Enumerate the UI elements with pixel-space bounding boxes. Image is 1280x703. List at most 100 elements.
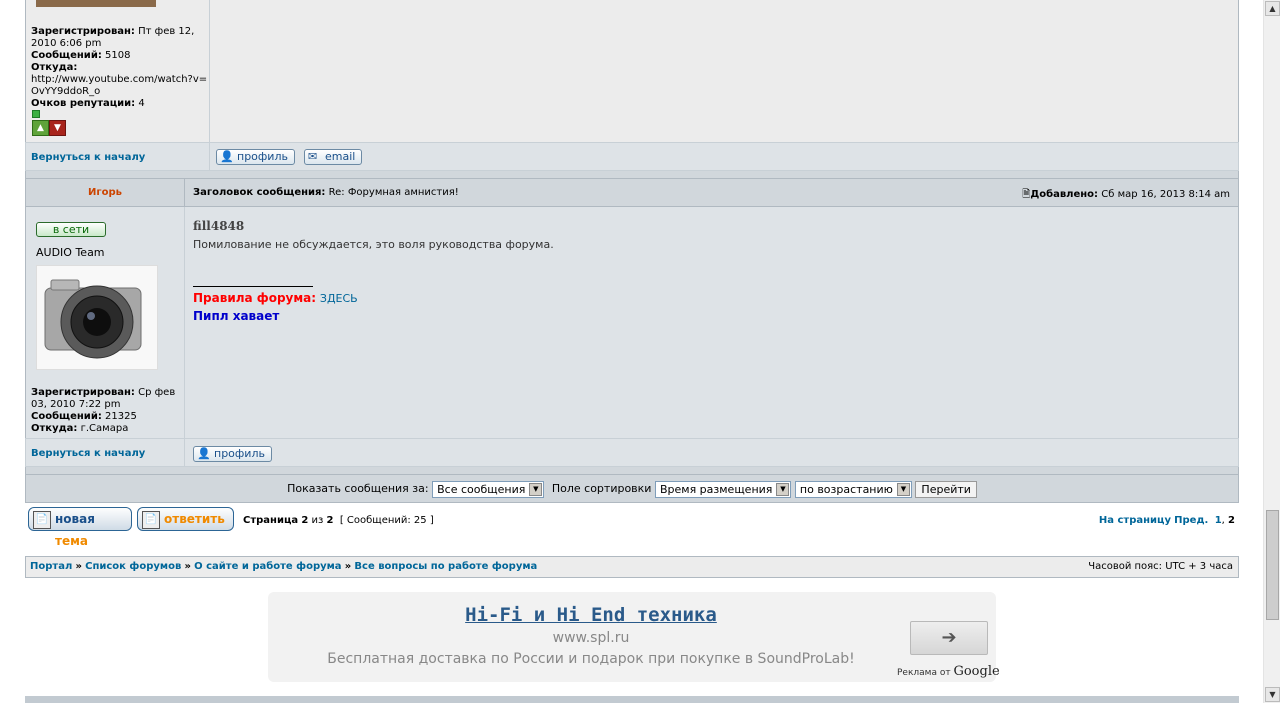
post2-footer-left: Вернуться к началу (25, 438, 185, 467)
post1-footer-right: 👤 профиль ✉ email (210, 142, 1239, 171)
breadcrumb-separator: » (75, 561, 82, 572)
posts-value: 5108 (105, 50, 131, 61)
rules-label: Правила форума: (193, 291, 317, 305)
registered-label: Зарегистрирован: (31, 387, 135, 398)
ad-text: Бесплатная доставка по России и подарок … (327, 651, 855, 667)
post2-body-cell: fill4848 Помилование не обсуждается, это… (185, 207, 1239, 438)
new-topic-button[interactable]: 📄 новая тема (28, 507, 132, 548)
page-total: 2 (326, 515, 334, 526)
document-icon: 📄 (142, 511, 160, 529)
scroll-down-arrow-icon: ▼ (1269, 690, 1276, 699)
from-label: Откуда: (31, 62, 78, 73)
profile-button[interactable]: 👤 профиль (216, 149, 295, 165)
avatar (36, 265, 158, 370)
breadcrumb: Портал » Список форумов » О сайте и рабо… (25, 556, 1239, 578)
envelope-icon: ✉ (308, 150, 318, 163)
profile-button-label: профиль (237, 150, 288, 163)
user-icon: 👤 (220, 150, 234, 163)
page-2-current: 2 (1228, 515, 1235, 526)
page-of: из (311, 515, 324, 526)
breadcrumb-separator: » (344, 561, 352, 572)
breadcrumb-questions[interactable]: Все вопросы по работе форума (354, 561, 537, 572)
posted-label: Добавлено: (1030, 189, 1099, 200)
sort-field-value: Время размещения (659, 482, 773, 496)
thumbs-down-icon[interactable]: ▼ (49, 120, 66, 136)
breadcrumb-forum-list[interactable]: Список форумов (85, 561, 181, 572)
post2-header-right: Заголовок сообщения: Re: Форумная амнист… (185, 178, 1239, 207)
ad-url[interactable]: www.spl.ru (268, 630, 914, 646)
reply-button[interactable]: 📄 ответить (137, 507, 234, 531)
profile-button[interactable]: 👤 профиль (193, 446, 272, 462)
go-button[interactable]: Перейти (915, 480, 977, 498)
thumbs-up-icon[interactable]: ▲ (32, 120, 49, 136)
show-period-select[interactable]: Все сообщения ▼ (432, 480, 545, 498)
breadcrumb-separator: » (184, 561, 191, 572)
subject-label: Заголовок сообщения: (193, 187, 326, 198)
camera-avatar-image (44, 279, 142, 359)
post-author[interactable]: Игорь (26, 187, 184, 198)
quote-author: fill4848 (193, 219, 245, 233)
registered-label: Зарегистрирован: (31, 26, 135, 37)
online-badge: в сети (36, 222, 106, 237)
ad-arrow-button[interactable]: ➔ (910, 621, 988, 655)
signature-divider (193, 286, 313, 287)
chevron-down-icon: ▼ (896, 482, 910, 496)
ad-title[interactable]: Hi-Fi и Hi End техника (268, 604, 914, 626)
chevron-down-icon: ▼ (529, 482, 543, 496)
breadcrumb-portal[interactable]: Портал (30, 561, 72, 572)
google-logo: Google (953, 664, 1000, 679)
page-1-link[interactable]: 1 (1215, 515, 1222, 526)
posts-label: Сообщений: (31, 50, 102, 61)
scroll-up-button[interactable]: ▲ (1265, 1, 1280, 16)
footer-strip (25, 696, 1239, 703)
from-value: http://www.youtube.com/watch?v=OvYY9ddoR… (31, 74, 208, 97)
avatar (36, 0, 156, 7)
rules-link[interactable]: ЗДЕСЬ (320, 292, 358, 305)
post-separator (25, 467, 1239, 474)
email-button[interactable]: ✉ email (304, 149, 363, 165)
sort-label: Поле сортировки (551, 482, 652, 495)
ad-block[interactable]: Hi-Fi и Hi End техника www.spl.ru Беспла… (268, 592, 1000, 682)
new-topic-label: новая (55, 512, 95, 526)
prev-page-link[interactable]: Пред. (1174, 515, 1208, 526)
posted-value: Сб мар 16, 2013 8:14 am (1101, 189, 1230, 200)
scroll-up-arrow-icon: ▲ (1269, 4, 1276, 13)
show-period-value: Все сообщения (437, 482, 526, 496)
back-to-top-link[interactable]: Вернуться к началу (31, 448, 145, 459)
scroll-down-button[interactable]: ▼ (1265, 687, 1280, 702)
posts-value: 21325 (105, 411, 137, 422)
sort-order-value: по возрастанию (799, 482, 893, 496)
from-label: Откуда: (31, 423, 78, 434)
ads-by-google[interactable]: Реклама от Google (897, 664, 1000, 679)
scroll-thumb[interactable] (1266, 510, 1279, 620)
signature-line: Пипл хавает (193, 309, 280, 323)
post1-footer-left: Вернуться к началу (25, 142, 210, 171)
new-topic-label-accent: тема (55, 534, 88, 548)
reputation-bar (32, 110, 40, 118)
ads-by-label: Реклама от (897, 668, 951, 678)
page-current: 2 (301, 515, 309, 526)
subject-value: Re: Форумная амнистия! (328, 187, 459, 198)
online-badge-label: в сети (52, 223, 90, 236)
pagination-links: На страницу Пред. 1, 2 (1098, 515, 1235, 526)
message-count: [ Сообщений: 25 ] (339, 515, 434, 526)
show-label: Показать сообщения за: (287, 482, 429, 495)
pagination-info: Страница 2 из 2 [ Сообщений: 25 ] (243, 515, 434, 526)
user-icon: 👤 (197, 447, 211, 460)
post2-footer-right: 👤 профиль (185, 438, 1239, 467)
reputation-value: 4 (138, 98, 145, 109)
sort-order-select[interactable]: по возрастанию ▼ (794, 480, 912, 498)
timezone: Часовой пояс: UTC + 3 часа (1088, 561, 1233, 572)
post-body-text: Помилование не обсуждается, это воля рук… (193, 238, 554, 251)
filter-bar: Показать сообщения за: Все сообщения ▼ П… (25, 474, 1239, 503)
page-prefix: Страница (243, 515, 299, 526)
sort-field-select[interactable]: Время размещения ▼ (654, 480, 792, 498)
posts-label: Сообщений: (31, 411, 102, 422)
profile-button-label: профиль (214, 447, 265, 460)
goto-page-label: На страницу (1098, 515, 1171, 526)
back-to-top-link[interactable]: Вернуться к началу (31, 152, 145, 163)
breadcrumb-about[interactable]: О сайте и работе форума (194, 561, 341, 572)
vertical-scrollbar[interactable]: ▲ ▼ (1263, 0, 1280, 703)
from-value: г.Самара (80, 423, 129, 434)
document-icon: 📄 (33, 511, 51, 529)
